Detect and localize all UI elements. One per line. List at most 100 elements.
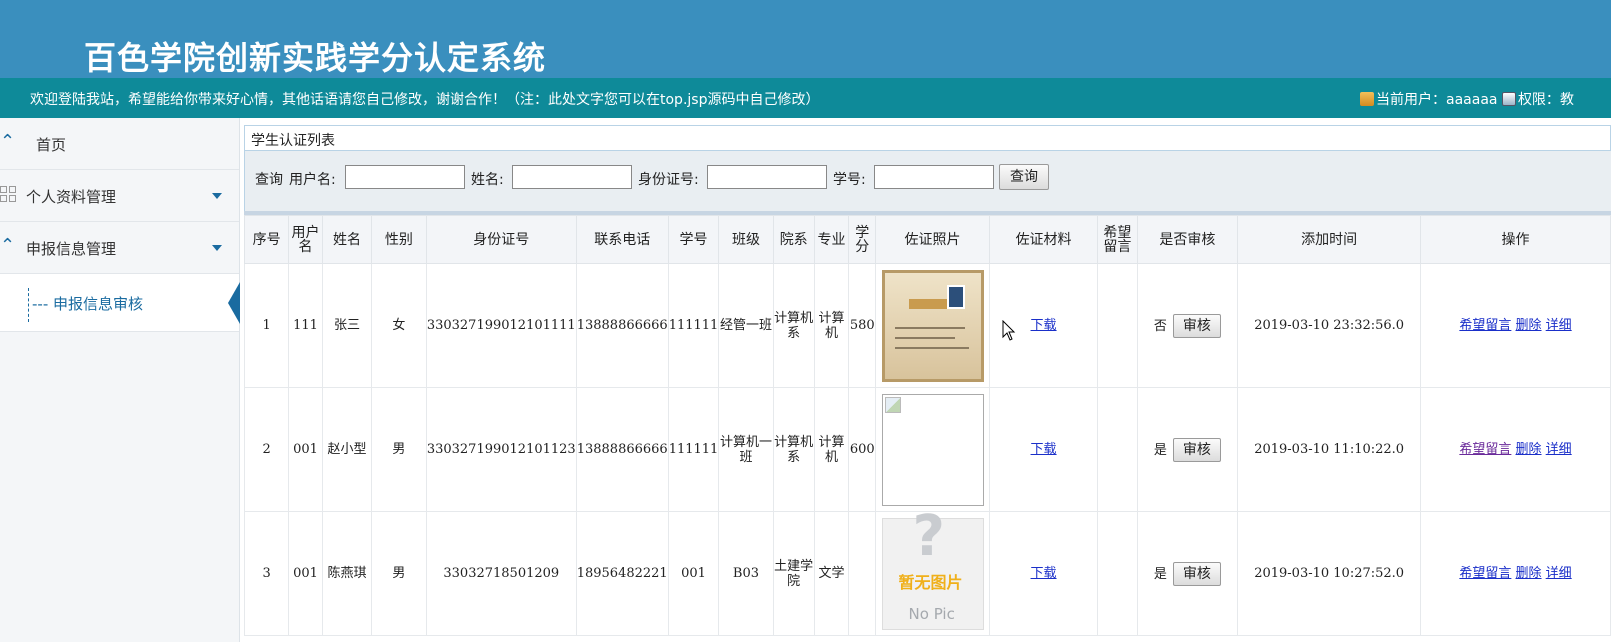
- query-label: 查询: [255, 172, 283, 188]
- col-header: 班级: [718, 215, 774, 264]
- current-user-label: 当前用户：: [1376, 92, 1446, 108]
- download-link[interactable]: 下载: [1031, 318, 1057, 333]
- download-link[interactable]: 下载: [1031, 566, 1057, 581]
- table-row: 3 001 陈燕琪 男 33032718501209 18956482221 0…: [243, 503, 1611, 636]
- delete-link[interactable]: 删除: [1516, 442, 1542, 457]
- cell-photo: [875, 387, 990, 512]
- audit-button[interactable]: 审核: [1172, 561, 1221, 586]
- name-input[interactable]: [512, 165, 632, 189]
- home-chevron-icon: ⌃: [0, 131, 16, 152]
- cell-time: 2019-03-10 11:10:22.0: [1237, 387, 1422, 512]
- sidebar-subitem-audit[interactable]: --- 申报信息审核: [0, 274, 240, 332]
- col-header: 序号: [243, 215, 290, 264]
- cell-student-no: 111111: [667, 387, 720, 512]
- detail-link[interactable]: 详细: [1546, 318, 1572, 333]
- cell-student-no: 001: [667, 511, 720, 636]
- cell-dept: 计算机系: [772, 387, 815, 512]
- student-no-input[interactable]: [874, 165, 994, 189]
- delete-link[interactable]: 删除: [1516, 566, 1542, 581]
- table-header-row: 序号 用户名 姓名 性别 身份证号 联系电话 学号 班级 院系 专业 学分 佐证…: [243, 215, 1611, 264]
- cell-gender: 男: [370, 387, 427, 512]
- cell-name: 赵小型: [321, 387, 372, 512]
- tree-line: [28, 288, 29, 322]
- delete-link[interactable]: 删除: [1516, 318, 1542, 333]
- col-header: 是否审核: [1136, 215, 1239, 264]
- cell-photo: [875, 263, 990, 388]
- username-input[interactable]: [345, 165, 465, 189]
- active-marker: [228, 282, 240, 324]
- cell-dept: 计算机系: [772, 263, 815, 388]
- permission-value: 教: [1559, 92, 1574, 108]
- cell-message: [1097, 263, 1138, 388]
- cell-class: B03: [718, 511, 774, 636]
- cell-credit: 600: [848, 387, 877, 512]
- cell-audit: 是审核: [1136, 511, 1239, 636]
- audit-button[interactable]: 审核: [1172, 313, 1221, 338]
- download-link[interactable]: 下载: [1031, 442, 1057, 457]
- col-header: 专业: [813, 215, 850, 264]
- permission-icon: [1501, 92, 1516, 106]
- cell-class: 经管一班: [718, 263, 774, 388]
- search-bar: 查询 用户名: 姓名: 身份证号: 学号: 查询: [244, 151, 1611, 211]
- detail-link[interactable]: 详细: [1546, 566, 1572, 581]
- sidebar-item-label: 个人资料管理: [26, 188, 117, 206]
- col-header: 学号: [667, 215, 720, 264]
- panel-title: 学生认证列表: [244, 125, 1611, 151]
- audit-button[interactable]: 审核: [1172, 437, 1221, 462]
- no-pic-english-text: No Pic: [908, 604, 955, 623]
- student-table: 序号 用户名 姓名 性别 身份证号 联系电话 学号 班级 院系 专业 学分 佐证…: [243, 215, 1611, 636]
- sidebar: ⌃ 首页 个人资料管理 ⌃ 申报信息管理 --- 申报信息审核: [0, 118, 240, 642]
- cell-student-no: 111111: [667, 263, 720, 388]
- cell-phone: 18956482221: [575, 511, 669, 636]
- cell-time: 2019-03-10 10:27:52.0: [1237, 511, 1422, 636]
- app-header: 百色学院创新实践学分认定系统: [0, 0, 1611, 78]
- cell-class: 计算机一班: [718, 387, 774, 512]
- cell-username: 001: [288, 511, 323, 636]
- question-mark-icon: ?: [912, 503, 946, 569]
- app-title: 百色学院创新实践学分认定系统: [84, 39, 547, 77]
- table-row: 2 001 赵小型 男 330327199012101123 138888666…: [243, 387, 1611, 512]
- col-header: 希望留言: [1097, 215, 1138, 264]
- broken-image[interactable]: [881, 393, 984, 506]
- cell-material: 下载: [988, 387, 1099, 512]
- top-bar: 欢迎登陆我站，希望能给你带来好心情，其他话语请您自己修改，谢谢合作！（注：此处文…: [0, 78, 1611, 118]
- cell-credit: 580: [848, 263, 877, 388]
- username-label: 用户名:: [289, 172, 336, 188]
- cell-dept: 土建学院: [772, 511, 815, 636]
- no-picture-placeholder[interactable]: ? 暂无图片 No Pic: [881, 503, 984, 630]
- sidebar-item-home[interactable]: ⌃ 首页: [0, 118, 239, 170]
- cell-phone: 13888866666: [575, 387, 669, 512]
- sidebar-item-declaration[interactable]: ⌃ 申报信息管理: [0, 222, 239, 274]
- tree-prefix: ---: [32, 295, 49, 313]
- welcome-message: 欢迎登陆我站，希望能给你带来好心情，其他话语请您自己修改，谢谢合作！（注：此处文…: [30, 92, 820, 108]
- certificate-photo[interactable]: [881, 269, 984, 382]
- col-header: 身份证号: [425, 215, 577, 264]
- idcard-input[interactable]: [707, 165, 827, 189]
- col-header: 联系电话: [575, 215, 669, 264]
- leave-message-link[interactable]: 希望留言: [1459, 442, 1511, 457]
- col-header: 佐证材料: [988, 215, 1099, 264]
- cell-photo: ? 暂无图片 No Pic: [875, 503, 990, 636]
- mouse-cursor-icon: [1002, 320, 1016, 341]
- permission-label: 权限：: [1517, 92, 1560, 108]
- cell-credit: [848, 511, 877, 636]
- cell-no: 2: [243, 387, 290, 512]
- sidebar-item-profile[interactable]: 个人资料管理: [0, 170, 239, 222]
- cell-time: 2019-03-10 23:32:56.0: [1237, 263, 1422, 388]
- search-button[interactable]: 查询: [999, 164, 1049, 190]
- cell-no: 3: [243, 511, 290, 636]
- leave-message-link[interactable]: 希望留言: [1459, 318, 1511, 333]
- cell-gender: 男: [370, 511, 427, 636]
- col-header: 性别: [370, 215, 427, 264]
- name-label: 姓名:: [471, 172, 504, 188]
- leave-message-link[interactable]: 希望留言: [1459, 566, 1511, 581]
- cell-username: 001: [288, 387, 323, 512]
- user-info: 当前用户：aaaaaa 权限：教: [1360, 89, 1574, 109]
- cell-gender: 女: [370, 263, 427, 388]
- col-header: 操作: [1420, 215, 1611, 264]
- cell-ops: 希望留言 删除 详细: [1420, 387, 1611, 512]
- cell-message: [1097, 511, 1138, 636]
- sidebar-item-label: 首页: [36, 136, 67, 154]
- detail-link[interactable]: 详细: [1546, 442, 1572, 457]
- main-content: 学生认证列表 查询 用户名: 姓名: 身份证号: 学号: 查询 序号 用户名 姓…: [243, 125, 1611, 642]
